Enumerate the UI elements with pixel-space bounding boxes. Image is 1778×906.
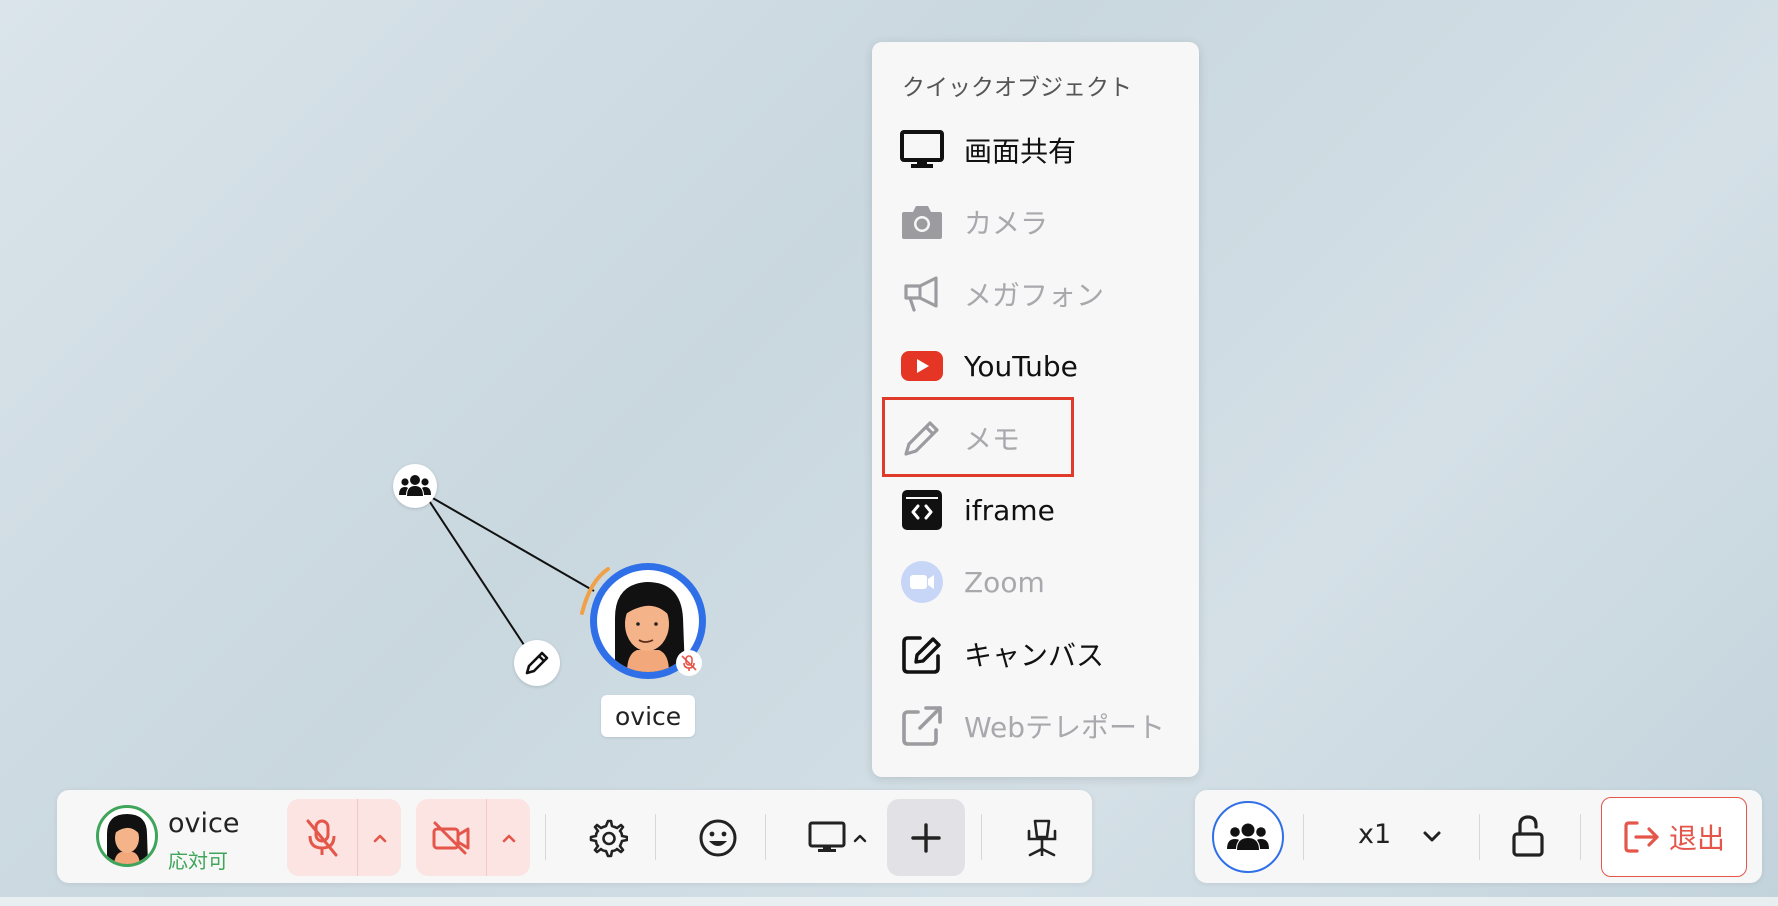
camera-icon bbox=[900, 200, 944, 244]
menu-item-camera[interactable]: カメラ bbox=[900, 192, 1190, 252]
menu-item-canvas[interactable]: キャンバス bbox=[900, 624, 1190, 684]
quick-object-add-button[interactable] bbox=[887, 799, 965, 876]
camera-options-caret[interactable] bbox=[487, 799, 530, 876]
toolbar-divider bbox=[765, 814, 766, 860]
chevron-up-icon bbox=[502, 834, 515, 842]
menu-title: クイックオブジェクト bbox=[902, 75, 1132, 101]
unlock-icon bbox=[1512, 815, 1544, 857]
screen-share-button[interactable] bbox=[793, 799, 883, 876]
memo-node[interactable] bbox=[514, 640, 560, 686]
pencil-icon bbox=[900, 416, 944, 460]
toolbar-divider bbox=[1580, 814, 1581, 860]
menu-item-web-teleport[interactable]: Webテレポート bbox=[900, 696, 1190, 756]
zoom-icon bbox=[900, 560, 944, 604]
external-link-icon bbox=[900, 704, 944, 748]
seat-button[interactable] bbox=[1009, 799, 1075, 876]
self-user-name: ovice bbox=[168, 808, 240, 839]
bottom-edge-strip bbox=[0, 897, 1778, 906]
settings-button[interactable] bbox=[575, 799, 641, 876]
office-chair-icon bbox=[1027, 819, 1057, 856]
smiley-icon bbox=[699, 819, 737, 856]
self-status-label[interactable]: 応対可 bbox=[168, 845, 228, 874]
toolbar-divider bbox=[655, 814, 656, 860]
menu-item-iframe[interactable]: iframe bbox=[900, 480, 1190, 540]
members-button[interactable] bbox=[1212, 801, 1284, 873]
menu-item-memo[interactable]: メモ bbox=[900, 408, 1190, 468]
gear-icon bbox=[589, 819, 628, 857]
quick-object-menu: クイックオブジェクト 画面共有 カメラ メガフォン YouTube メモ ifr… bbox=[872, 42, 1199, 777]
canvas-edit-icon bbox=[900, 632, 944, 676]
emoji-reaction-button[interactable] bbox=[685, 799, 751, 876]
camera-control-group bbox=[416, 799, 530, 876]
megaphone-icon bbox=[900, 272, 944, 316]
mic-toggle-button[interactable] bbox=[287, 799, 358, 876]
exit-icon bbox=[1624, 821, 1659, 853]
menu-item-screen-share[interactable]: 画面共有 bbox=[900, 120, 1190, 180]
self-avatar[interactable] bbox=[96, 805, 158, 867]
mic-off-icon bbox=[306, 819, 338, 856]
mic-control-group bbox=[287, 799, 401, 876]
chevron-up-icon bbox=[853, 834, 867, 842]
camera-toggle-button[interactable] bbox=[416, 799, 487, 876]
menu-item-zoom[interactable]: Zoom bbox=[900, 552, 1190, 612]
iframe-icon bbox=[900, 488, 944, 532]
mic-options-caret[interactable] bbox=[358, 799, 401, 876]
avatar-name-tag: ovice bbox=[601, 695, 696, 737]
mic-off-icon bbox=[681, 655, 697, 671]
zoom-dropdown-caret[interactable] bbox=[1417, 818, 1447, 854]
menu-item-megaphone[interactable]: メガフォン bbox=[900, 264, 1190, 324]
chevron-down-icon bbox=[1423, 831, 1441, 842]
camera-off-icon bbox=[432, 821, 470, 854]
pencil-icon bbox=[525, 651, 549, 675]
toolbar-divider bbox=[1479, 814, 1480, 860]
group-icon bbox=[1227, 823, 1269, 850]
toolbar-divider bbox=[545, 814, 546, 860]
monitor-icon bbox=[900, 128, 944, 172]
exit-button[interactable]: 退出 bbox=[1601, 797, 1747, 877]
self-avatar-illustration bbox=[107, 814, 148, 864]
plus-icon bbox=[911, 822, 941, 853]
toolbar-divider bbox=[981, 814, 982, 860]
monitor-icon bbox=[808, 821, 846, 852]
bottom-toolbar: ovice 応対可 bbox=[57, 790, 1092, 883]
menu-item-youtube[interactable]: YouTube bbox=[900, 336, 1190, 396]
avatar-mic-muted-badge bbox=[676, 650, 702, 676]
youtube-icon bbox=[900, 344, 944, 388]
lock-toggle-button[interactable] bbox=[1500, 808, 1556, 864]
chevron-up-icon bbox=[373, 834, 386, 842]
group-node[interactable] bbox=[393, 464, 437, 508]
group-icon bbox=[399, 475, 431, 496]
toolbar-divider bbox=[1303, 814, 1304, 860]
zoom-level-label[interactable]: x1 bbox=[1358, 819, 1391, 850]
view-controls-bar: x1 退出 bbox=[1195, 790, 1762, 883]
